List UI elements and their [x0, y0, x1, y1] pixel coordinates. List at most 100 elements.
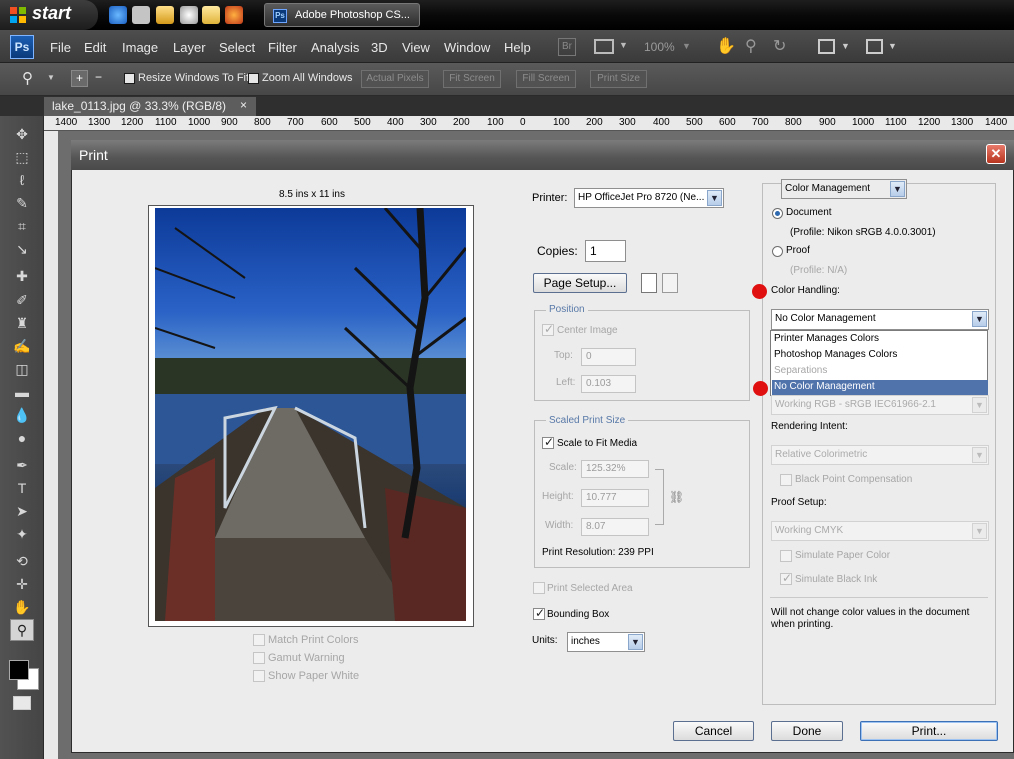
menu-edit[interactable]: Edit — [84, 40, 106, 55]
blur-tool-icon[interactable]: 💧 — [11, 405, 33, 425]
bounding-box-checkbox[interactable] — [533, 606, 545, 620]
fit-screen-button[interactable]: Fit Screen — [443, 70, 501, 88]
scale-input[interactable]: 125.32% — [581, 460, 649, 478]
printer-select[interactable]: HP OfficeJet Pro 8720 (Ne... ▼ — [574, 188, 724, 208]
3d-rotate-tool-icon[interactable]: ⟲ — [11, 551, 33, 571]
chevron-down-icon[interactable]: ▼ — [888, 41, 897, 51]
proof-radio[interactable] — [772, 246, 783, 257]
print-size-button[interactable]: Print Size — [590, 70, 647, 88]
shape-tool-icon[interactable]: ✦ — [11, 524, 33, 544]
quick-selection-tool-icon[interactable]: ✎ — [11, 193, 33, 213]
type-tool-icon[interactable]: T — [11, 478, 33, 498]
screen-mode-icon[interactable] — [866, 39, 883, 54]
zoom-level[interactable]: 100% — [644, 40, 675, 54]
link-icon[interactable]: ⛓ — [669, 490, 684, 504]
proof-setup-select[interactable]: Working CMYK ▼ — [771, 521, 989, 541]
dialog-close-button[interactable]: ✕ — [986, 144, 1006, 164]
print-selected-area-checkbox[interactable] — [533, 582, 545, 594]
menu-select[interactable]: Select — [219, 40, 255, 55]
lasso-tool-icon[interactable]: ℓ — [11, 170, 33, 190]
clone-stamp-tool-icon[interactable]: ♜ — [11, 313, 33, 333]
hand-tool-icon[interactable]: ✋ — [11, 597, 33, 617]
3d-orbit-tool-icon[interactable]: ✛ — [11, 574, 33, 594]
foreground-color-swatch[interactable] — [9, 660, 29, 680]
eyedropper-tool-icon[interactable]: ↘ — [11, 239, 33, 259]
folder-icon[interactable] — [202, 6, 220, 24]
arrange-documents-icon[interactable] — [818, 39, 835, 54]
brush-tool-icon[interactable]: ✐ — [11, 290, 33, 310]
rotate-view-icon[interactable]: ↻ — [773, 36, 786, 56]
scale-to-fit-checkbox[interactable] — [542, 435, 554, 449]
menu-3d[interactable]: 3D — [371, 40, 388, 55]
top-input[interactable]: 0 — [581, 348, 636, 366]
chevron-down-icon[interactable]: ▼ — [47, 73, 55, 82]
page-setup-button[interactable]: Page Setup... — [533, 273, 627, 293]
dodge-tool-icon[interactable]: ● — [11, 428, 33, 448]
color-handling-select[interactable]: No Color Management ▼ — [771, 309, 989, 330]
black-point-checkbox[interactable] — [780, 474, 792, 486]
vertical-ruler[interactable] — [44, 131, 58, 759]
taskbar-photoshop-button[interactable]: Ps Adobe Photoshop CS... — [264, 3, 420, 27]
option-separations[interactable]: Separations — [772, 364, 988, 380]
preview-image[interactable] — [155, 208, 466, 621]
option-photoshop-manages-colors[interactable]: Photoshop Manages Colors — [772, 348, 988, 364]
eraser-tool-icon[interactable]: ◫ — [11, 359, 33, 379]
menu-analysis[interactable]: Analysis — [311, 40, 359, 55]
landscape-orientation-icon[interactable] — [662, 273, 678, 293]
crop-tool-icon[interactable]: ⌗ — [11, 216, 33, 236]
color-management-select[interactable]: Color Management ▼ — [781, 179, 907, 199]
width-input[interactable]: 8.07 — [581, 518, 649, 536]
copies-input[interactable]: 1 — [585, 240, 626, 262]
dialog-title-bar[interactable]: Print — [71, 140, 1014, 170]
menu-window[interactable]: Window — [444, 40, 490, 55]
media-player-icon[interactable] — [180, 6, 198, 24]
chevron-down-icon[interactable]: ▼ — [619, 40, 628, 50]
simulate-paper-color-checkbox[interactable] — [780, 550, 792, 562]
launcher-icon[interactable] — [156, 6, 174, 24]
firefox-icon[interactable] — [225, 6, 243, 24]
chevron-down-icon[interactable]: ▼ — [682, 41, 691, 51]
cancel-button[interactable]: Cancel — [673, 721, 754, 741]
marquee-tool-icon[interactable]: ⬚ — [11, 147, 33, 167]
quick-mask-icon[interactable] — [13, 696, 31, 710]
print-button[interactable]: Print... — [860, 721, 998, 741]
menu-help[interactable]: Help — [504, 40, 531, 55]
printer-profile-select[interactable]: Working RGB - sRGB IEC61966-2.1 ▼ — [771, 395, 989, 415]
menu-image[interactable]: Image — [122, 40, 158, 55]
menu-view[interactable]: View — [402, 40, 430, 55]
view-extras-icon[interactable] — [594, 39, 614, 54]
zoom-tool-icon[interactable]: ⚲ — [745, 36, 757, 56]
gradient-tool-icon[interactable]: ▬ — [11, 382, 33, 402]
fill-screen-button[interactable]: Fill Screen — [516, 70, 576, 88]
move-tool-icon[interactable]: ✥ — [11, 124, 33, 144]
zoom-tool-icon[interactable]: ⚲ — [22, 69, 33, 87]
pen-tool-icon[interactable]: ✒ — [11, 455, 33, 475]
option-no-color-management[interactable]: No Color Management — [772, 380, 988, 396]
height-input[interactable]: 10.777 — [581, 489, 649, 507]
resize-windows-checkbox[interactable] — [124, 73, 135, 84]
close-document-icon[interactable]: × — [240, 98, 247, 112]
internet-explorer-icon[interactable] — [109, 6, 127, 24]
healing-brush-tool-icon[interactable]: ✚ — [11, 266, 33, 286]
calculator-icon[interactable] — [132, 6, 150, 24]
menu-filter[interactable]: Filter — [268, 40, 297, 55]
zoom-tool-icon[interactable]: ⚲ — [10, 619, 34, 641]
menu-file[interactable]: File — [50, 40, 71, 55]
document-radio[interactable] — [772, 208, 783, 219]
document-tab[interactable]: lake_0113.jpg @ 33.3% (RGB/8) × — [44, 97, 256, 116]
path-selection-tool-icon[interactable]: ➤ — [11, 501, 33, 521]
portrait-orientation-icon[interactable] — [641, 273, 657, 293]
rendering-intent-select[interactable]: Relative Colorimetric ▼ — [771, 445, 989, 465]
history-brush-tool-icon[interactable]: ✍ — [11, 336, 33, 356]
show-paper-white-checkbox[interactable] — [253, 670, 265, 682]
zoom-in-icon[interactable]: + — [71, 70, 88, 87]
match-print-colors-checkbox[interactable] — [253, 634, 265, 646]
actual-pixels-button[interactable]: Actual Pixels — [361, 70, 429, 88]
chevron-down-icon[interactable]: ▼ — [841, 41, 850, 51]
simulate-black-ink-checkbox[interactable] — [780, 571, 792, 585]
center-image-checkbox[interactable] — [542, 322, 554, 336]
option-printer-manages-colors[interactable]: Printer Manages Colors — [772, 332, 988, 348]
zoom-all-windows-checkbox[interactable] — [248, 73, 259, 84]
gamut-warning-checkbox[interactable] — [253, 652, 265, 664]
menu-layer[interactable]: Layer — [173, 40, 206, 55]
